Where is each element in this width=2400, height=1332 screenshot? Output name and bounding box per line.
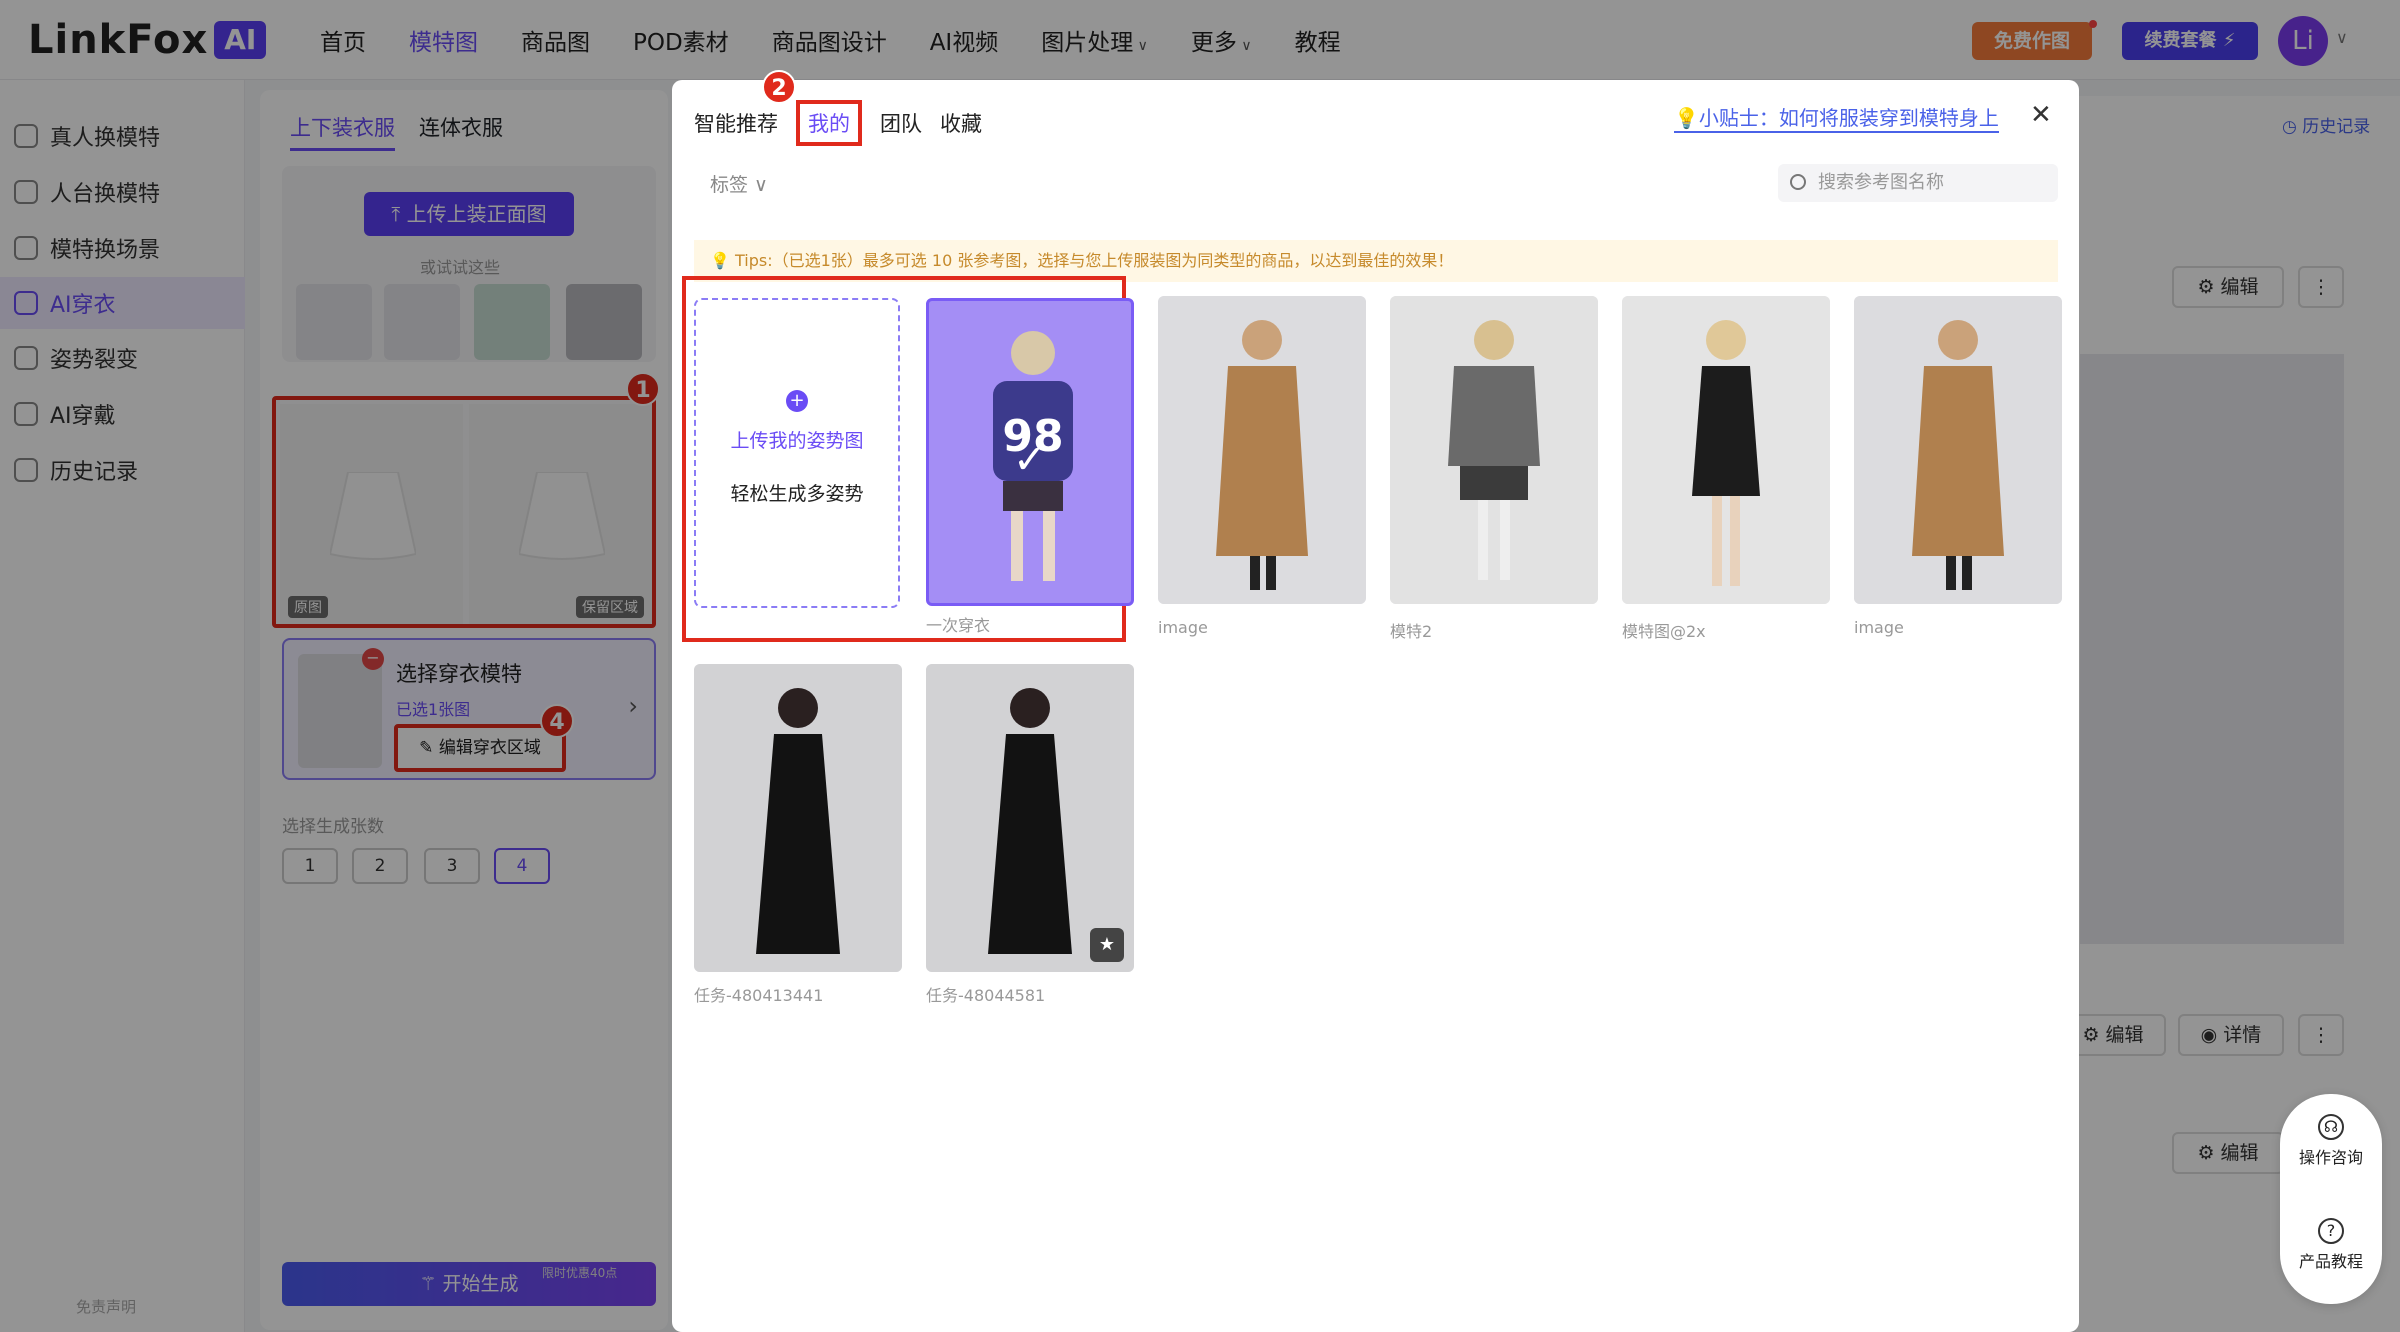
- model-card[interactable]: ★: [926, 664, 1134, 972]
- model-caption: 模特图@2x: [1622, 622, 1706, 641]
- upload-pose-title: 上传我的姿势图: [730, 430, 864, 452]
- tag-filter-dropdown[interactable]: 标签 ∨: [710, 170, 768, 197]
- model-card[interactable]: [1854, 296, 2062, 604]
- model-card[interactable]: [1622, 296, 1830, 604]
- consult-label: 操作咨询: [2298, 1148, 2363, 1167]
- model-card[interactable]: [1390, 296, 1598, 604]
- model-figure-image: [1854, 296, 2062, 604]
- model-figure-image: [1622, 296, 1830, 604]
- tutorial-button[interactable]: ? 产品教程: [2280, 1218, 2382, 1272]
- model-figure-image: [1390, 296, 1598, 604]
- model-caption: image: [1158, 618, 1208, 637]
- tip-link[interactable]: 💡小贴士：如何将服装穿到模特身上: [1674, 102, 1999, 133]
- model-figure-image: [694, 664, 902, 972]
- search-placeholder: 搜索参考图名称: [1818, 172, 1944, 193]
- floating-help: ☊ 操作咨询 ? 产品教程: [2280, 1094, 2382, 1304]
- headset-icon: ☊: [2318, 1114, 2344, 1140]
- tab-team[interactable]: 团队: [880, 108, 922, 138]
- model-picker-modal: 智能推荐 我的 团队 收藏 2 💡小贴士：如何将服装穿到模特身上 ✕ 标签 ∨ …: [672, 70, 2079, 1332]
- tab-mine[interactable]: 我的: [796, 100, 862, 146]
- model-card-selected[interactable]: 98 ✓: [926, 298, 1134, 606]
- model-figure-image: [926, 664, 1134, 972]
- model-card[interactable]: [1158, 296, 1366, 604]
- model-caption: 模特2: [1390, 622, 1433, 641]
- model-caption: 任务-48044581: [926, 986, 1046, 1005]
- check-icon: ✓: [1013, 437, 1047, 483]
- model-caption: image: [1854, 618, 1904, 637]
- annotation-badge-2: 2: [762, 70, 796, 104]
- upload-pose-card[interactable]: + 上传我的姿势图 轻松生成多姿势: [694, 298, 900, 608]
- tab-favorites[interactable]: 收藏: [940, 108, 982, 138]
- close-icon[interactable]: ✕: [2030, 100, 2052, 130]
- upload-pose-subtitle: 轻松生成多姿势: [730, 483, 864, 505]
- model-caption: 任务-480413441: [694, 986, 824, 1005]
- question-icon: ?: [2318, 1218, 2344, 1244]
- plus-icon: +: [786, 390, 808, 412]
- tutorial-label: 产品教程: [2298, 1252, 2363, 1271]
- consult-button[interactable]: ☊ 操作咨询: [2280, 1114, 2382, 1168]
- search-icon: [1790, 174, 1806, 190]
- model-figure-image: [1158, 296, 1366, 604]
- search-input[interactable]: 搜索参考图名称: [1778, 164, 2058, 202]
- star-icon[interactable]: ★: [1090, 928, 1124, 962]
- tab-smart-recommend[interactable]: 智能推荐: [694, 108, 778, 138]
- modal-tabs: 智能推荐 我的 团队 收藏: [694, 100, 982, 146]
- model-card[interactable]: [694, 664, 902, 972]
- model-caption: 一次穿衣: [926, 616, 991, 635]
